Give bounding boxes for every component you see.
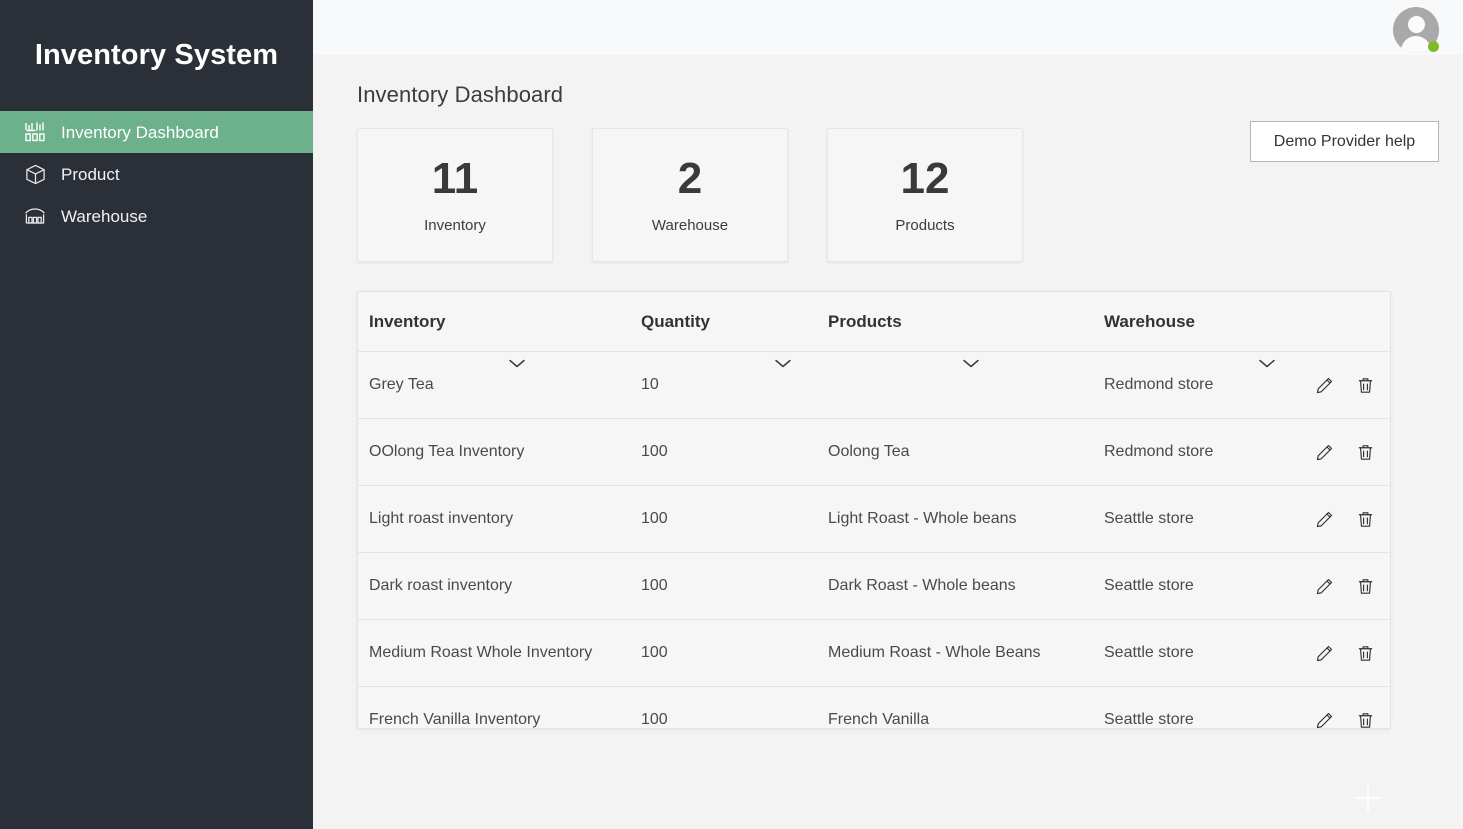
avatar-body <box>1401 35 1431 53</box>
table-row[interactable]: Grey Tea 10 Redmond store <box>358 352 1390 419</box>
cell-products: French Vanilla <box>828 711 930 728</box>
add-icon[interactable] <box>1355 785 1381 811</box>
cell-inventory: French Vanilla Inventory <box>369 711 541 728</box>
cell-inventory: Light roast inventory <box>369 510 514 527</box>
row-actions <box>1303 376 1390 395</box>
avatar[interactable] <box>1393 6 1439 53</box>
row-actions <box>1303 577 1390 596</box>
sidebar: Inventory System Inventory Dashboard Pro… <box>0 0 313 829</box>
stat-label: Warehouse <box>651 216 729 234</box>
column-header-inventory[interactable]: Inventory <box>369 312 641 332</box>
pencil-icon[interactable] <box>1315 577 1334 596</box>
column-header-warehouse[interactable]: Warehouse <box>1104 312 1303 332</box>
warehouse-icon <box>22 203 48 229</box>
pencil-icon[interactable] <box>1315 644 1334 663</box>
avatar-head <box>1407 15 1425 33</box>
top-bar <box>313 0 1463 55</box>
sidebar-item-warehouse[interactable]: Warehouse <box>0 195 313 237</box>
stat-label: Inventory <box>424 216 486 234</box>
app-brand-title: Inventory System <box>34 39 279 71</box>
cell-warehouse: Redmond store <box>1104 376 1214 393</box>
cell-inventory: OOlong Tea Inventory <box>369 443 525 460</box>
row-actions <box>1303 711 1390 729</box>
status-badge <box>1428 40 1439 52</box>
cell-products: Oolong Tea <box>828 443 910 460</box>
stat-value: 2 <box>677 153 703 203</box>
trash-icon[interactable] <box>1356 376 1375 395</box>
demo-provider-help-button[interactable]: Demo Provider help <box>1250 121 1439 162</box>
stat-label: Products <box>895 216 955 234</box>
cell-quantity: 100 <box>641 711 668 728</box>
trash-icon[interactable] <box>1356 711 1375 729</box>
cell-quantity: 100 <box>641 443 668 460</box>
cell-warehouse: Seattle store <box>1104 510 1194 527</box>
column-header-products[interactable]: Products <box>828 312 1104 332</box>
pencil-icon[interactable] <box>1315 376 1334 395</box>
cell-warehouse: Redmond store <box>1104 443 1214 460</box>
sidebar-item-label: Product <box>61 164 120 184</box>
cell-quantity: 100 <box>641 510 668 527</box>
cell-quantity: 100 <box>641 577 668 594</box>
trash-icon[interactable] <box>1356 510 1375 529</box>
stat-card-inventory[interactable]: 11 Inventory <box>357 128 553 262</box>
pencil-icon[interactable] <box>1315 711 1334 729</box>
row-actions <box>1303 510 1390 529</box>
table-row[interactable]: Dark roast inventory 100 Dark Roast - Wh… <box>358 553 1390 620</box>
stat-card-warehouse[interactable]: 2 Warehouse <box>592 128 788 262</box>
table-row[interactable]: Medium Roast Whole Inventory 100 Medium … <box>358 620 1390 687</box>
cell-warehouse: Seattle store <box>1104 644 1194 661</box>
cell-products: Light Roast - Whole beans <box>828 510 1017 527</box>
sidebar-item-label: Inventory Dashboard <box>61 122 219 142</box>
main-area: Inventory Dashboard Demo Provider help 1… <box>313 0 1463 829</box>
row-actions <box>1303 644 1390 663</box>
sidebar-item-label: Warehouse <box>61 206 148 226</box>
sidebar-item-inventory-dashboard[interactable]: Inventory Dashboard <box>0 111 313 153</box>
cell-inventory: Grey Tea <box>369 376 434 393</box>
stat-card-products[interactable]: 12 Products <box>827 128 1023 262</box>
page-title: Inventory Dashboard <box>357 82 564 107</box>
table-row[interactable]: Light roast inventory 100 Light Roast - … <box>358 486 1390 553</box>
inventory-table: Inventory Quantity Products Warehouse Gr… <box>357 291 1391 729</box>
sidebar-item-product[interactable]: Product <box>0 153 313 195</box>
trash-icon[interactable] <box>1356 577 1375 596</box>
stat-value: 11 <box>431 153 479 203</box>
cell-inventory: Medium Roast Whole Inventory <box>369 644 593 661</box>
app-root: Inventory System Inventory Dashboard Pro… <box>0 0 1463 829</box>
table-row[interactable]: OOlong Tea Inventory 100 Oolong Tea Redm… <box>358 419 1390 486</box>
cell-products: Medium Roast - Whole Beans <box>828 644 1041 661</box>
trash-icon[interactable] <box>1356 443 1375 462</box>
cell-warehouse: Seattle store <box>1104 577 1194 594</box>
table-row[interactable]: French Vanilla Inventory 100 French Vani… <box>358 687 1390 729</box>
pencil-icon[interactable] <box>1315 443 1334 462</box>
row-actions <box>1303 443 1390 462</box>
dashboard-chart-icon <box>22 119 48 145</box>
cell-products: Dark Roast - Whole beans <box>828 577 1016 594</box>
cell-quantity: 100 <box>641 644 668 661</box>
column-header-quantity[interactable]: Quantity <box>641 312 828 332</box>
trash-icon[interactable] <box>1356 644 1375 663</box>
pencil-icon[interactable] <box>1315 510 1334 529</box>
content-area: Inventory Dashboard Demo Provider help 1… <box>313 55 1463 729</box>
cell-quantity: 10 <box>641 376 659 393</box>
stat-value: 12 <box>900 153 950 203</box>
cell-inventory: Dark roast inventory <box>369 577 513 594</box>
cell-warehouse: Seattle store <box>1104 711 1194 728</box>
table-header-row: Inventory Quantity Products Warehouse <box>358 292 1390 352</box>
box-icon <box>22 161 48 187</box>
